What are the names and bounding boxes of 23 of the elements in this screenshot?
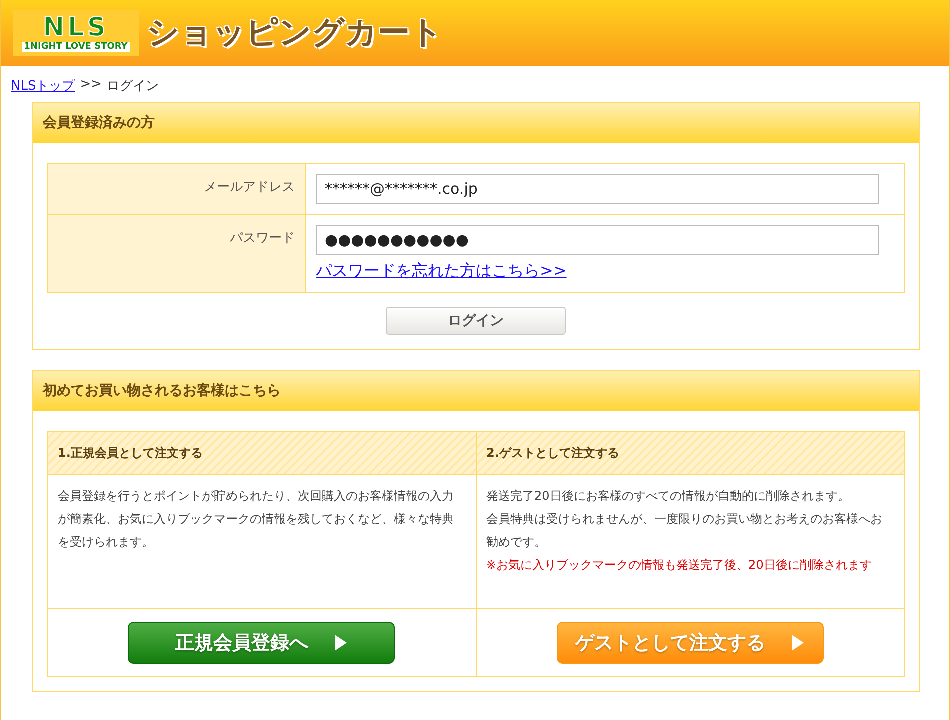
breadcrumb-current: ログイン	[107, 78, 160, 95]
input-field[interactable]: ●●●●●●●●●●●	[316, 225, 879, 255]
forgot-password-link[interactable]: パスワードを忘れた方はこちら>>	[316, 261, 567, 280]
breadcrumb-link[interactable]: NLSトップ	[11, 77, 76, 95]
login-button[interactable]: ログイン	[386, 307, 566, 335]
option-description: 発送完了20日後にお客様のすべての情報が自動的に削除されます。	[486, 488, 851, 505]
section-title: 会員登録済みの方	[33, 103, 919, 143]
option-description: 会員登録を行うとポイントが貯められたり、次回購入のお客様情報の入力が簡素化、お気に入りブックマークの情報を残しておくなど、様々な特典を受けられます。	[58, 488, 455, 551]
register-button[interactable]: 正規会員登録へ	[128, 622, 396, 664]
section-title: 初めてお買い物されるお客様はこちら	[33, 371, 919, 411]
logo-tagline: 1NIGHT LOVE STORY	[22, 42, 130, 52]
option-heading: 2.ゲストとして注文する	[476, 432, 905, 475]
play-icon	[334, 634, 348, 652]
warning-note: ※お気に入りブックマークの情報も発送完了後、20日後に削除されます	[486, 557, 873, 574]
input-field[interactable]: ******@*******.co.jp	[316, 174, 879, 204]
play-icon	[791, 634, 806, 652]
logo-mark: NLS	[42, 14, 110, 42]
page-title: ショッピングカート	[147, 12, 443, 53]
field-label: パスワード	[48, 215, 306, 293]
breadcrumb-separator: >>	[80, 77, 102, 94]
option-heading: 1.正規会員として注文する	[48, 432, 476, 475]
field-label: メールアドレス	[48, 164, 306, 215]
option-description: 会員特典は受けられませんが、一度限りのお買い物とお考えのお客様へお勧めです。	[486, 511, 884, 551]
